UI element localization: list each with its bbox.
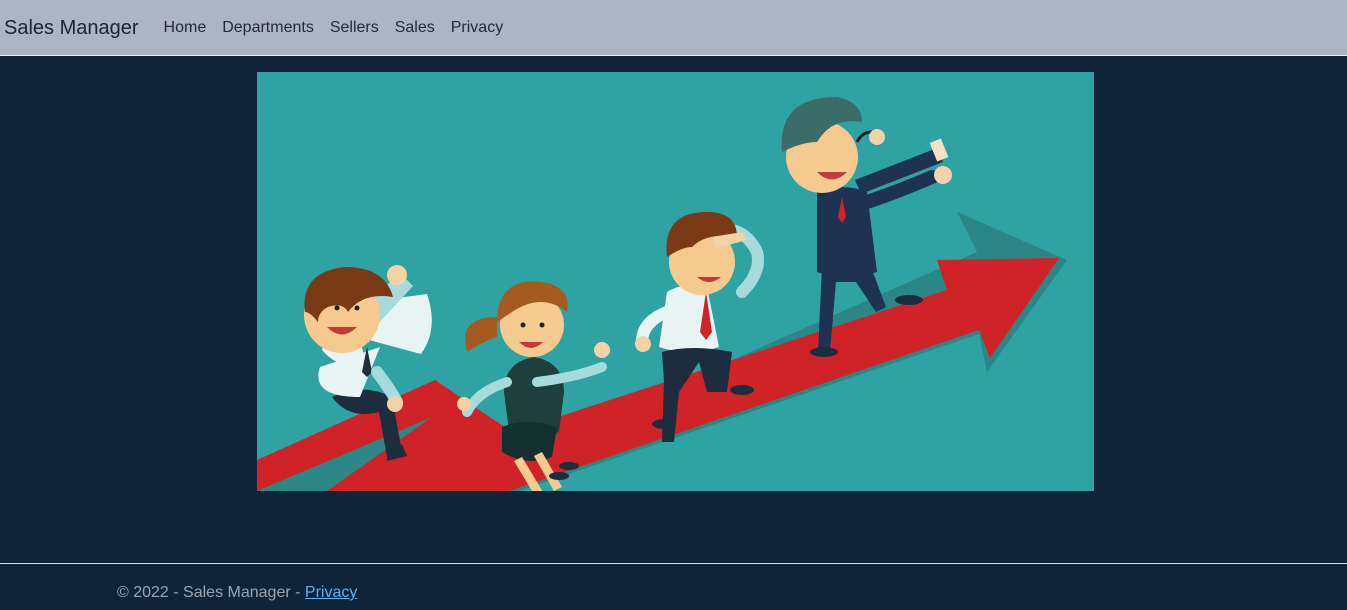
footer-divider xyxy=(0,563,1347,564)
page-footer: © 2022 - Sales Manager - Privacy xyxy=(117,584,357,602)
business-growth-illustration xyxy=(257,97,1067,491)
top-navbar: Sales Manager Home Departments Sellers S… xyxy=(0,0,1347,56)
nav-links: Home Departments Sellers Sales Privacy xyxy=(156,19,512,37)
hero-illustration xyxy=(257,72,1094,491)
nav-sellers-link[interactable]: Sellers xyxy=(322,19,387,37)
brand-link[interactable]: Sales Manager xyxy=(4,17,139,40)
footer-privacy-link[interactable]: Privacy xyxy=(305,584,357,601)
nav-privacy-link[interactable]: Privacy xyxy=(443,19,511,37)
nav-sales-link[interactable]: Sales xyxy=(387,19,443,37)
nav-home-link[interactable]: Home xyxy=(156,19,215,37)
nav-departments-link[interactable]: Departments xyxy=(214,19,322,37)
footer-copyright-text: © 2022 - Sales Manager - xyxy=(117,584,305,601)
